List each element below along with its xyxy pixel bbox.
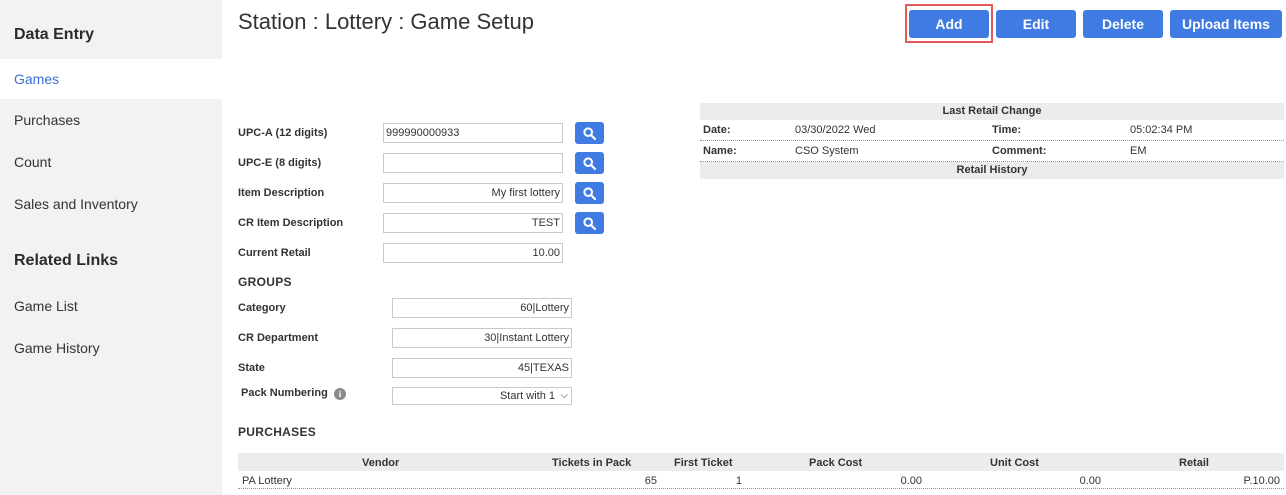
row-retail: P.10.00 [1243,475,1280,487]
date-label: Date: [703,124,731,136]
pack-numbering-value: Start with 1 [499,390,555,402]
cr-item-description-input[interactable] [383,213,563,233]
col-vendor: Vendor [362,457,400,469]
sidebar-item-game-list[interactable]: Game List [0,286,222,326]
name-value: CSO System [795,145,859,157]
cr-item-description-label: CR Item Description [238,217,344,229]
category-label: Category [238,302,286,314]
sidebar-item-purchases[interactable]: Purchases [0,100,222,140]
purchases-table: Vendor Tickets in Pack First Ticket Pack… [238,453,1284,489]
info-icon[interactable]: i [334,388,346,400]
search-icon [583,187,596,200]
upc-e-input[interactable] [383,153,563,173]
current-retail-label: Current Retail [238,247,311,259]
pack-numbering-select[interactable]: Start with 1 ⌵ [392,387,572,405]
groups-section-title: GROUPS [238,275,292,289]
col-tickets-in-pack: Tickets in Pack [552,457,632,469]
chevron-down-icon: ⌵ [560,390,568,401]
purchases-table-header: Vendor Tickets in Pack First Ticket Pack… [238,453,1284,471]
sidebar-item-count[interactable]: Count [0,142,222,182]
upc-a-search-button[interactable] [575,122,604,144]
table-row[interactable]: PA Lottery 65 1 0.00 0.00 P.10.00 [238,471,1284,489]
retail-change-name-row: Name: CSO System Comment: EM [700,141,1284,162]
time-value: 05:02:34 PM [1130,124,1193,136]
date-value: 03/30/2022 Wed [795,124,876,136]
row-vendor: PA Lottery [242,475,292,487]
upc-e-label: UPC-E (8 digits) [238,157,322,169]
col-unit-cost: Unit Cost [990,457,1039,469]
cr-item-description-search-button[interactable] [575,212,604,234]
comment-label: Comment: [992,145,1047,157]
cr-department-label: CR Department [238,332,319,344]
col-first-ticket: First Ticket [674,457,733,469]
retail-history-title: Retail History [700,162,1284,179]
name-label: Name: [703,145,737,157]
search-icon [583,127,596,140]
item-description-input[interactable] [383,183,563,203]
add-button[interactable]: Add [909,10,989,38]
col-retail: Retail [1179,457,1209,469]
category-input[interactable] [392,298,572,318]
current-retail-input[interactable] [383,243,563,263]
col-pack-cost: Pack Cost [809,457,863,469]
sidebar: Data Entry Games Purchases Count Sales a… [0,0,222,495]
delete-button[interactable]: Delete [1083,10,1163,38]
upc-a-label: UPC-A (12 digits) [238,127,328,139]
purchases-section-title: PURCHASES [238,425,317,439]
sidebar-heading-data-entry: Data Entry [14,26,95,43]
state-label: State [238,362,265,374]
time-label: Time: [992,124,1022,136]
last-retail-change-panel: Last Retail Change Date: 03/30/2022 Wed … [700,103,1284,179]
search-icon [583,157,596,170]
sidebar-item-sales-inventory[interactable]: Sales and Inventory [0,184,222,224]
cr-department-input[interactable] [392,328,572,348]
comment-value: EM [1130,145,1147,157]
upload-items-list-button[interactable]: Upload Items List [1170,10,1282,60]
row-tickets: 65 [644,475,657,487]
pack-numbering-label: Pack Numbering [241,387,328,399]
sidebar-heading-related-links: Related Links [14,252,119,269]
row-unit-cost: 0.00 [1079,475,1101,487]
row-pack-cost: 0.00 [900,475,922,487]
last-retail-change-title: Last Retail Change [700,103,1284,120]
item-description-search-button[interactable] [575,182,604,204]
item-description-label: Item Description [238,187,325,199]
state-input[interactable] [392,358,572,378]
sidebar-item-game-history[interactable]: Game History [0,328,222,368]
row-first-ticket: 1 [735,475,742,487]
upc-e-search-button[interactable] [575,152,604,174]
edit-button[interactable]: Edit [996,10,1076,38]
upc-a-input[interactable] [383,123,563,143]
search-icon [583,217,596,230]
retail-change-date-row: Date: 03/30/2022 Wed Time: 05:02:34 PM [700,120,1284,141]
page-title: Station : Lottery : Game Setup [238,9,534,34]
sidebar-item-games[interactable]: Games [0,59,222,99]
